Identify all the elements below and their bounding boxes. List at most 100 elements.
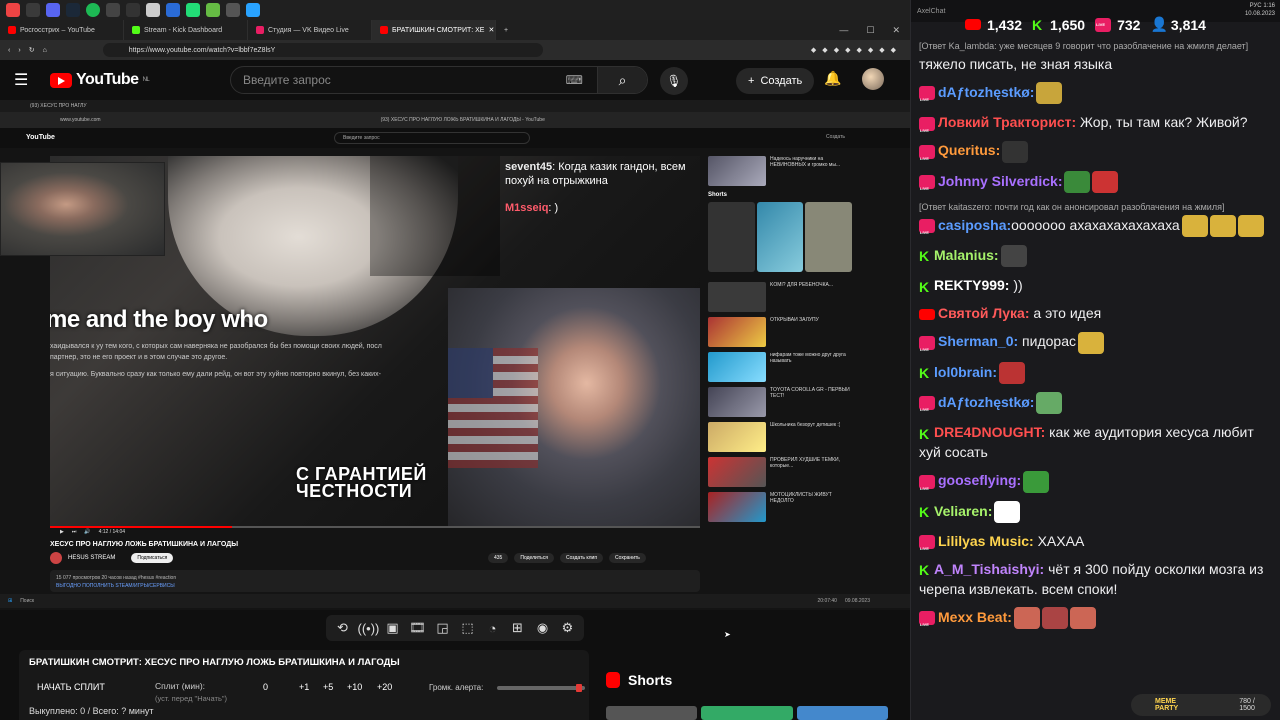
chat-nick[interactable]: Malanius: (934, 247, 999, 263)
chat-message: Klol0brain: (919, 362, 1275, 385)
menu-icon[interactable]: ☰ (14, 70, 36, 90)
chat-nick[interactable]: DRE4DNOUGHT: (934, 424, 1045, 440)
vk-live-icon (919, 144, 935, 169)
video-player[interactable]: (93) ХЕСУС ПРО НАГЛУ www.youtube.com (93… (0, 100, 910, 610)
extensions-icon[interactable]: ◆◆◆◆◆◆◆◆ (811, 46, 902, 54)
browser-tab[interactable]: Студия — VK Видео Live (248, 20, 372, 40)
emote-image (1069, 607, 1096, 630)
reload-icon[interactable]: ↻ (29, 46, 35, 54)
spotify-icon[interactable] (86, 3, 100, 17)
browser-tab[interactable]: Росгосстрих – YouTube (0, 20, 124, 40)
emote-image (1209, 215, 1236, 238)
chat-nick[interactable]: gooseflying: (938, 472, 1021, 488)
close-tab-icon[interactable]: ✕ (488, 26, 494, 34)
cinema-icon[interactable]: ▣ (383, 620, 403, 636)
telegram-icon[interactable] (246, 3, 260, 17)
broadcast-icon[interactable]: ((•)) (358, 621, 380, 636)
vk-live-icon (919, 335, 935, 360)
settings-gear-icon[interactable]: ⚙ (558, 620, 578, 636)
short-thumb[interactable] (796, 706, 888, 720)
forward-icon[interactable]: › (18, 47, 20, 54)
inner-youtube-header: YouTube Введите запрос Создать (0, 128, 910, 148)
split-value-field[interactable]: 0 (263, 682, 268, 692)
inner-video-title: ХЕСУС ПРО НАГЛУЮ ЛОЖЬ БРАТИШКИНА И ЛАГОД… (50, 541, 239, 548)
new-tab-icon[interactable]: + (496, 27, 508, 34)
chat-nick[interactable]: lol0brain: (934, 364, 997, 380)
chat-nick[interactable]: Lililyas Music: (938, 533, 1034, 549)
kick-icon: K (919, 365, 930, 382)
close-window-icon[interactable]: ✕ (892, 25, 900, 36)
inner-taskbar: ⊞ Поиск 20:07:40 09.08.2023 (0, 594, 910, 608)
home-icon[interactable]: ⌂ (43, 47, 47, 54)
emote-image (1041, 607, 1068, 630)
maximize-icon[interactable]: ☐ (866, 25, 874, 36)
chat-nick[interactable]: casiposha: (938, 217, 1011, 233)
add-1-button[interactable]: +1 (299, 682, 309, 692)
screenshot-icon[interactable]: ◉ (533, 620, 553, 636)
youtube-logo[interactable]: YouTube NL (50, 71, 150, 89)
back-icon[interactable]: ‹ (8, 47, 10, 54)
avatar[interactable] (862, 68, 884, 90)
create-button[interactable]: + Создать (736, 68, 815, 94)
pip-icon[interactable]: ◲ (433, 620, 453, 636)
search-button[interactable]: ⌕ (597, 67, 647, 93)
rec-thumb (708, 492, 766, 522)
app6-icon[interactable] (226, 3, 240, 17)
emote-image (1077, 331, 1104, 354)
flag-image (448, 348, 538, 468)
add-20-button[interactable]: +20 (377, 682, 392, 692)
volume-slider[interactable] (497, 684, 585, 692)
loop-icon[interactable]: ⟲ (333, 620, 353, 636)
chat-nick[interactable]: Veliaren: (934, 503, 992, 519)
app4-icon[interactable] (186, 3, 200, 17)
chat-nick[interactable]: Johnny Silverdick: (938, 173, 1062, 189)
chat-nick[interactable]: REKTY999: (934, 277, 1009, 293)
app-icon[interactable] (26, 3, 40, 17)
shorts-section-header: Shorts (606, 672, 672, 688)
chat-nick[interactable]: A_M_Tishaishyi: (934, 561, 1044, 577)
volume-knob[interactable] (576, 684, 583, 692)
speed-icon[interactable]: ◔ (483, 621, 503, 636)
voice-search-button[interactable]: 🎙 (660, 67, 688, 95)
app2-icon[interactable] (146, 3, 160, 17)
emote-image (1013, 607, 1040, 630)
rec-thumb (708, 422, 766, 452)
short-thumb[interactable] (701, 706, 793, 720)
chat-nick[interactable]: Святой Лука: (938, 305, 1030, 321)
app3-icon[interactable] (166, 3, 180, 17)
film-icon[interactable]: 🎞 (408, 620, 428, 636)
chat-nick[interactable]: Ловкий Тракторист: (938, 114, 1076, 130)
add-5-button[interactable]: +5 (323, 682, 333, 692)
steam-icon[interactable] (66, 3, 80, 17)
obs-icon[interactable] (126, 3, 140, 17)
youtube-play-icon (50, 72, 72, 88)
start-split-button[interactable]: НАЧАТЬ СПЛИТ (37, 682, 105, 692)
chat-nick[interactable]: Sherman_0: (938, 333, 1018, 349)
url-field[interactable]: https://www.youtube.com/watch?v=lbbf7eZ8… (102, 43, 543, 57)
inner-taskbar-search: Поиск (20, 598, 35, 604)
chat-message: dAƒtozhęstkø: (919, 392, 1275, 420)
keyboard-icon[interactable]: ⌨ (566, 73, 583, 87)
honesty-overlay: С ГАРАНТИЕЙ ЧЕСТНОСТИ (296, 465, 427, 500)
brave-icon[interactable] (6, 3, 20, 17)
notifications-bell-icon[interactable]: 🔔 (824, 70, 841, 87)
chat-nick[interactable]: dAƒtozhęstkø: (938, 394, 1034, 410)
selection-icon[interactable]: ⬚ (458, 620, 478, 636)
rec-item: Школьника безорут детишек :) (708, 422, 852, 452)
add-frame-icon[interactable]: ⊞ (508, 620, 528, 636)
discord-icon[interactable] (46, 3, 60, 17)
chat-nick[interactable]: dAƒtozhęstkø: (938, 84, 1034, 100)
chrome-icon[interactable] (106, 3, 120, 17)
app5-icon[interactable] (206, 3, 220, 17)
minimize-icon[interactable]: — (839, 25, 848, 36)
chat-nick[interactable]: Mexx Beat: (938, 609, 1012, 625)
search-input[interactable]: Введите запрос ⌨ ⌕ (230, 66, 648, 94)
add-10-button[interactable]: +10 (347, 682, 362, 692)
kick-favicon-icon (132, 26, 140, 34)
browser-tab[interactable]: Stream - Kick Dashboard (124, 20, 248, 40)
meme-tag: MEME PARTY (1155, 698, 1179, 712)
chat-nick[interactable]: Queritus: (938, 142, 1000, 158)
progress-fill (50, 526, 232, 528)
browser-tab-active[interactable]: БРАТИШКИН СМОТРИТ: ХЕ ✕ (372, 20, 496, 40)
short-thumb[interactable] (606, 706, 698, 720)
